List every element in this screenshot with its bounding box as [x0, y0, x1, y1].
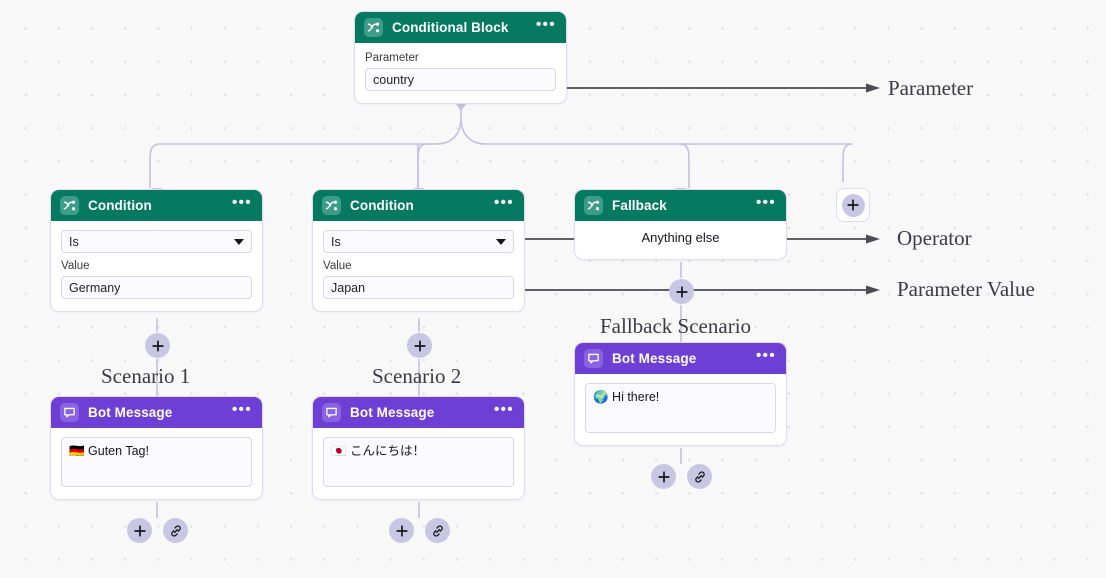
node-title: Bot Message	[88, 405, 173, 420]
annotation-scenario-1: Scenario 1	[101, 364, 191, 388]
annotation-scenario-2: Scenario 2	[372, 364, 462, 388]
value-label: Value	[61, 260, 90, 272]
node-menu-button[interactable]: •••	[232, 402, 252, 419]
value-input[interactable]: Japan	[323, 276, 514, 299]
parameter-input[interactable]: country	[365, 68, 556, 91]
node-body: 🇩🇪 Guten Tag!	[51, 428, 262, 499]
node-menu-button[interactable]: •••	[756, 195, 776, 212]
fallback-text: Anything else	[641, 230, 720, 245]
plus-icon	[841, 193, 865, 217]
branch-icon	[60, 196, 79, 215]
annotation-operator: Operator	[897, 226, 972, 250]
node-bot-message-3[interactable]: Bot Message ••• 🌍 Hi there!	[574, 342, 787, 446]
node-title: Condition	[88, 198, 152, 213]
node-body: Parameter country	[355, 43, 566, 103]
node-fallback[interactable]: Fallback ••• Anything else	[574, 189, 787, 260]
add-step-button[interactable]	[651, 464, 676, 489]
speech-bubble-icon	[584, 349, 603, 368]
add-step-button[interactable]	[389, 518, 414, 543]
link-step-button[interactable]	[687, 464, 712, 489]
chevron-down-icon	[234, 238, 244, 245]
node-header[interactable]: Conditional Block •••	[355, 12, 566, 43]
add-step-button[interactable]	[407, 333, 432, 358]
value-input[interactable]: Germany	[61, 276, 252, 299]
node-body: Is Value Japan	[313, 221, 524, 311]
node-bot-message-1[interactable]: Bot Message ••• 🇩🇪 Guten Tag!	[50, 396, 263, 500]
value-label: Value	[323, 260, 352, 272]
node-menu-button[interactable]: •••	[494, 402, 514, 419]
add-branch-button[interactable]	[836, 188, 870, 222]
node-menu-button[interactable]: •••	[756, 348, 776, 365]
node-title: Bot Message	[612, 351, 697, 366]
add-step-button[interactable]	[145, 333, 170, 358]
annotation-parameter-value: Parameter Value	[897, 277, 1035, 301]
speech-bubble-icon	[60, 403, 79, 422]
annotation-fallback-scenario: Fallback Scenario	[600, 314, 752, 338]
node-body: Is Value Germany	[51, 221, 262, 311]
flow-canvas[interactable]: Conditional Block ••• Parameter country …	[0, 0, 1106, 578]
node-title: Bot Message	[350, 405, 435, 420]
node-header[interactable]: Condition •••	[51, 190, 262, 221]
node-title: Fallback	[612, 198, 667, 213]
operator-value: Is	[331, 234, 341, 249]
message-text[interactable]: 🇩🇪 Guten Tag!	[61, 437, 252, 487]
speech-bubble-icon	[322, 403, 341, 422]
node-body: 🌍 Hi there!	[575, 374, 786, 445]
add-step-button[interactable]	[127, 518, 152, 543]
link-step-button[interactable]	[163, 518, 188, 543]
node-header[interactable]: Bot Message •••	[313, 397, 524, 428]
message-text[interactable]: 🌍 Hi there!	[585, 383, 776, 433]
message-text[interactable]: 🇯🇵 こんにちは！	[323, 437, 514, 487]
node-header[interactable]: Fallback •••	[575, 190, 786, 221]
operator-select[interactable]: Is	[61, 230, 252, 253]
node-bot-message-2[interactable]: Bot Message ••• 🇯🇵 こんにちは！	[312, 396, 525, 500]
node-title: Conditional Block	[392, 20, 509, 35]
branch-icon	[364, 18, 383, 37]
add-step-button[interactable]	[669, 279, 694, 304]
node-condition-1[interactable]: Condition ••• Is Value Germany	[50, 189, 263, 312]
parameter-label: Parameter	[365, 52, 419, 64]
operator-select[interactable]: Is	[323, 230, 514, 253]
operator-value: Is	[69, 234, 79, 249]
node-condition-2[interactable]: Condition ••• Is Value Japan	[312, 189, 525, 312]
annotation-parameter: Parameter	[888, 76, 974, 100]
node-header[interactable]: Bot Message •••	[575, 343, 786, 374]
branch-icon	[584, 196, 603, 215]
link-step-button[interactable]	[425, 518, 450, 543]
node-conditional-block[interactable]: Conditional Block ••• Parameter country	[354, 11, 567, 104]
branch-icon	[322, 196, 341, 215]
node-title: Condition	[350, 198, 414, 213]
node-menu-button[interactable]: •••	[232, 195, 252, 212]
node-header[interactable]: Condition •••	[313, 190, 524, 221]
node-menu-button[interactable]: •••	[536, 17, 556, 34]
chevron-down-icon	[496, 238, 506, 245]
node-body: 🇯🇵 こんにちは！	[313, 428, 524, 499]
node-header[interactable]: Bot Message •••	[51, 397, 262, 428]
node-menu-button[interactable]: •••	[494, 195, 514, 212]
